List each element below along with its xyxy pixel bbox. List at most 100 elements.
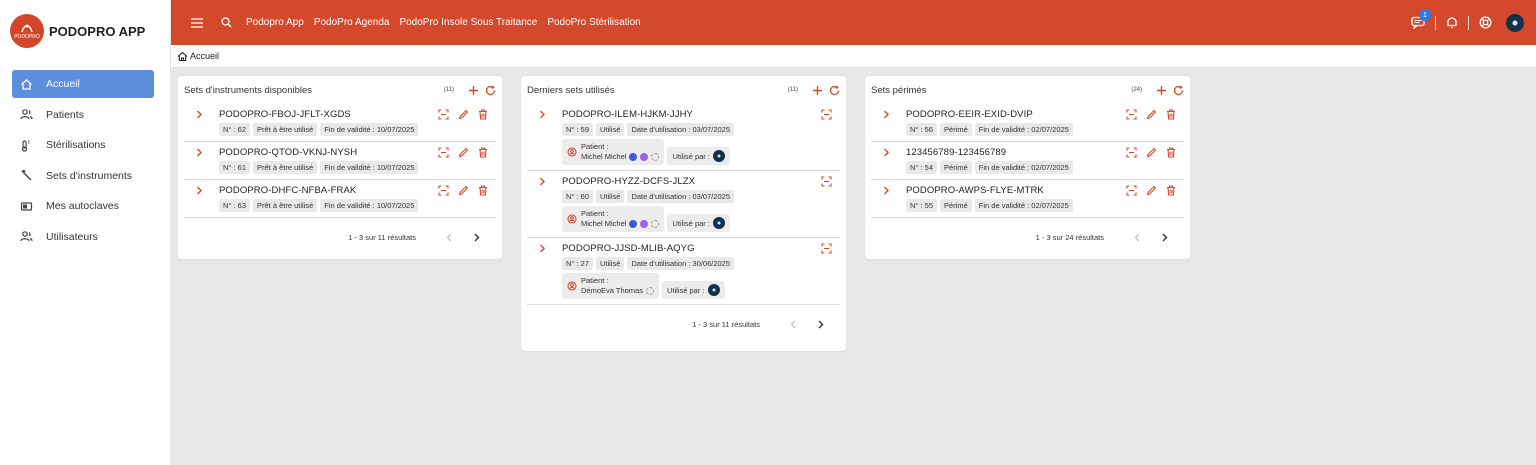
pagination: 1 - 3 sur 11 résultats xyxy=(521,305,846,343)
list-item[interactable]: PODOPRO-FBOJ-JFLT-XGDS N° : 62 Prêt à êt… xyxy=(184,104,496,142)
user-avatar[interactable] xyxy=(1506,13,1524,32)
breadcrumb-item[interactable]: Accueil xyxy=(190,51,219,61)
chevron-right-icon[interactable] xyxy=(196,186,208,195)
chevron-right-icon[interactable] xyxy=(883,186,895,195)
chevron-right-icon[interactable] xyxy=(539,244,551,253)
patient-box[interactable]: Patient : Michel Michel xyxy=(562,206,665,232)
trash-icon[interactable] xyxy=(478,108,488,120)
list-item[interactable]: PODOPRO-HYZZ-DCFS-JLZX N° : 60 Utilisé D… xyxy=(527,171,840,238)
patient-box[interactable]: Patient : DémoEva Thomas xyxy=(562,273,659,299)
sidebar-item-accueil[interactable]: Accueil xyxy=(12,70,154,98)
used-by-box[interactable]: Utilisé par : xyxy=(661,281,725,299)
sidebar-item-label: Stérilisations xyxy=(46,139,106,151)
refresh-button[interactable] xyxy=(829,85,840,96)
edit-icon[interactable] xyxy=(1146,109,1157,120)
prev-page-button[interactable] xyxy=(446,233,452,242)
list-item[interactable]: PODOPRO-EEIR-EXID-DVIP N° : 56 Périmé Fi… xyxy=(871,104,1184,142)
used-by-label: Utilisé par : xyxy=(672,151,710,161)
set-number: N° : 56 xyxy=(906,123,938,136)
top-link-insole[interactable]: PodoPro Insole Sous Traitance xyxy=(394,17,542,28)
set-number: N° : 27 xyxy=(562,257,594,270)
trash-icon[interactable] xyxy=(478,184,488,196)
refresh-button[interactable] xyxy=(1173,85,1184,96)
edit-icon[interactable] xyxy=(458,147,469,158)
qr-scan-icon[interactable] xyxy=(1126,184,1137,196)
next-page-button[interactable] xyxy=(474,233,480,242)
add-set-button[interactable] xyxy=(1156,85,1167,96)
list-item[interactable]: PODOPRO-AWPS-FLYE-MTRK N° : 55 Périmé Fi… xyxy=(871,180,1184,218)
top-link-sterilisation[interactable]: PodoPro Stérilisation xyxy=(542,17,645,28)
count-badge: (11) xyxy=(787,87,798,93)
usage-date: Date d'utilisation : 30/06/2025 xyxy=(627,257,735,270)
qr-scan-icon[interactable] xyxy=(438,184,449,196)
logo[interactable]: PODOPRO PODOPRO APP xyxy=(0,0,170,62)
search-icon[interactable] xyxy=(221,17,232,28)
bell-icon[interactable] xyxy=(1446,16,1458,29)
refresh-button[interactable] xyxy=(485,85,496,96)
user-avatar xyxy=(712,150,725,162)
next-page-button[interactable] xyxy=(1162,233,1168,242)
list-item[interactable]: PODOPRO-DHFC-NFBA-FRAK N° : 63 Prêt à êt… xyxy=(184,180,496,218)
sidebar-item-sterilisations[interactable]: Stérilisations xyxy=(12,131,154,159)
sidebar-item-patients[interactable]: Patients xyxy=(12,101,154,129)
list-item[interactable]: PODOPRO-QTOD-VKNJ-NYSH N° : 61 Prêt à êt… xyxy=(184,142,496,180)
next-page-button[interactable] xyxy=(818,320,824,329)
breadcrumb: Accueil xyxy=(171,45,1536,68)
set-list: PODOPRO-ILEM-HJKM-JJHY N° : 59 Utilisé D… xyxy=(521,104,846,305)
pagination-summary: 1 - 3 sur 24 résultats xyxy=(1035,232,1104,242)
home-icon xyxy=(19,77,33,91)
expired-sets-card: Sets périmés (24) PODOPRO-EEIR-EXID-DVIP… xyxy=(865,76,1190,259)
help-icon[interactable] xyxy=(1479,16,1492,29)
sidebar-item-sets[interactable]: Sets d'instruments xyxy=(12,162,154,190)
validity-date: Fin de validité : 02/07/2025 xyxy=(974,199,1073,212)
patient-box[interactable]: Patient : Michel Michel xyxy=(562,139,665,165)
trash-icon[interactable] xyxy=(1166,184,1176,196)
prev-page-button[interactable] xyxy=(790,320,796,329)
chevron-right-icon[interactable] xyxy=(196,148,208,157)
qr-scan-icon[interactable] xyxy=(438,146,449,158)
trash-icon[interactable] xyxy=(1166,108,1176,120)
patient-icon xyxy=(567,147,577,157)
qr-scan-icon[interactable] xyxy=(1126,146,1137,158)
used-by-label: Utilisé par : xyxy=(672,218,710,228)
trash-icon[interactable] xyxy=(478,146,488,158)
autoclave-icon xyxy=(19,199,33,213)
status-badge: Prêt à être utilisé xyxy=(253,161,318,174)
available-sets-card: Sets d'instruments disponibles (11) PODO… xyxy=(178,76,502,259)
list-item[interactable]: PODOPRO-ILEM-HJKM-JJHY N° : 59 Utilisé D… xyxy=(527,104,840,171)
qr-scan-icon[interactable] xyxy=(821,175,832,187)
edit-icon[interactable] xyxy=(458,185,469,196)
qr-scan-icon[interactable] xyxy=(821,242,832,254)
usage-date: Date d'utilisation : 03/07/2025 xyxy=(627,190,735,203)
patient-name: Michel Michel xyxy=(581,152,627,161)
add-set-button[interactable] xyxy=(812,85,823,96)
chevron-right-icon[interactable] xyxy=(196,110,208,119)
prev-page-button[interactable] xyxy=(1134,233,1140,242)
edit-icon[interactable] xyxy=(1146,147,1157,158)
edit-icon[interactable] xyxy=(458,109,469,120)
sidebar-item-utilisateurs[interactable]: Utilisateurs xyxy=(12,223,154,251)
menu-icon[interactable] xyxy=(191,17,205,28)
trash-icon[interactable] xyxy=(1166,146,1176,158)
chevron-right-icon[interactable] xyxy=(883,110,895,119)
list-item[interactable]: 123456789-123456789 N° : 54 Périmé Fin d… xyxy=(871,142,1184,180)
messages-button[interactable]: 1 xyxy=(1411,9,1431,29)
used-by-box[interactable]: Utilisé par : xyxy=(667,147,730,165)
qr-scan-icon[interactable] xyxy=(438,108,449,120)
add-set-button[interactable] xyxy=(468,85,479,96)
home-icon[interactable] xyxy=(177,51,188,62)
top-link-agenda[interactable]: PodoPro Agenda xyxy=(309,17,395,28)
used-by-box[interactable]: Utilisé par : xyxy=(667,214,730,232)
sidebar-item-autoclaves[interactable]: Mes autoclaves xyxy=(12,192,154,220)
set-name: PODOPRO-AWPS-FLYE-MTRK xyxy=(906,184,1044,196)
qr-scan-icon[interactable] xyxy=(1126,108,1137,120)
card-header: Sets d'instruments disponibles (11) xyxy=(178,76,502,104)
qr-scan-icon[interactable] xyxy=(821,108,832,120)
chevron-right-icon[interactable] xyxy=(539,177,551,186)
list-item[interactable]: PODOPRO-JJSD-MLIB-AQYG N° : 27 Utilisé D… xyxy=(527,238,840,305)
chevron-right-icon[interactable] xyxy=(883,148,895,157)
chevron-right-icon[interactable] xyxy=(539,110,551,119)
top-link-podopro-app[interactable]: Podopro App xyxy=(241,17,309,28)
top-links: Podopro App PodoPro Agenda PodoPro Insol… xyxy=(241,17,646,28)
edit-icon[interactable] xyxy=(1146,185,1157,196)
